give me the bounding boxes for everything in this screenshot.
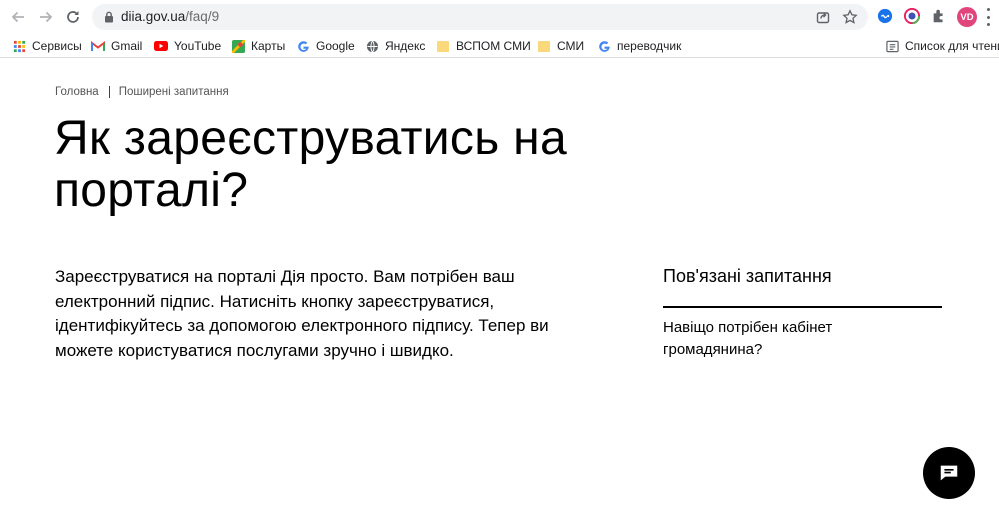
breadcrumb: Головна Поширені запитання <box>55 86 229 98</box>
bookmark-label: YouTube <box>174 39 222 53</box>
page-title: Як зареєструватись на порталі? <box>54 112 567 217</box>
google-icon <box>296 39 310 53</box>
menu-kebab-icon[interactable] <box>985 8 991 26</box>
back-button[interactable] <box>7 6 29 28</box>
bookmark-gmail[interactable]: Gmail <box>91 37 142 55</box>
bookmark-youtube[interactable]: YouTube <box>154 37 221 55</box>
google-icon <box>597 39 611 53</box>
bookmark-services[interactable]: Сервисы <box>12 37 82 55</box>
reading-list-button[interactable]: Список для чтения <box>885 37 999 55</box>
profile-avatar[interactable]: VD <box>957 7 977 27</box>
bookmark-label: СМИ <box>557 39 585 53</box>
bookmark-google[interactable]: Google <box>296 37 355 55</box>
gmail-icon <box>91 39 105 53</box>
bookmark-label: Сервисы <box>32 39 82 53</box>
back-arrow-icon <box>11 11 24 23</box>
url-text: diia.gov.ua/faq/9 <box>121 9 219 24</box>
globe-icon <box>365 39 379 53</box>
forward-arrow-icon <box>40 11 53 23</box>
extensions-puzzle-icon[interactable] <box>930 7 948 25</box>
chat-button[interactable] <box>923 447 975 499</box>
related-question-link[interactable]: Навіщо потрібен кабінет громадянина? <box>663 317 863 361</box>
bookmark-yandex[interactable]: Яндекс <box>365 37 425 55</box>
faq-answer-text: Зареєструватися на порталі Дія просто. В… <box>55 267 549 360</box>
reload-button[interactable] <box>62 6 84 28</box>
share-icon[interactable] <box>815 9 831 25</box>
bookmark-maps[interactable]: Карты <box>231 37 285 55</box>
address-bar[interactable]: diia.gov.ua/faq/9 <box>92 4 868 30</box>
bookmark-translator[interactable]: переводчик <box>597 37 681 55</box>
related-questions: Пов'язані запитання Навіщо потрібен кабі… <box>663 265 943 361</box>
url-host: diia.gov.ua <box>121 9 186 24</box>
reading-list-label: Список для чтения <box>905 39 999 53</box>
bookmark-folder-smi[interactable]: СМИ <box>537 37 584 55</box>
url-path: /faq/9 <box>185 9 220 24</box>
forward-button[interactable] <box>35 6 57 28</box>
bookmark-label: переводчик <box>617 39 682 53</box>
breadcrumb-home-link[interactable]: Головна <box>55 86 99 98</box>
reading-list-icon <box>885 39 899 53</box>
chat-bubble-icon <box>940 465 958 481</box>
bookmarks-bar: Сервисы Gmail YouTube Карты Google Яндек… <box>0 34 999 58</box>
lock-icon <box>105 11 113 23</box>
related-questions-title: Пов'язані запитання <box>663 266 832 286</box>
maps-icon <box>231 39 245 53</box>
bookmark-label: Google <box>316 39 355 53</box>
reload-icon <box>67 11 79 23</box>
bookmark-star-icon[interactable] <box>842 9 858 25</box>
divider <box>663 306 942 308</box>
extension-2-icon[interactable] <box>903 7 921 25</box>
bookmark-label: Карты <box>251 39 286 53</box>
apps-grid-icon <box>12 39 26 53</box>
bookmark-folder-vspom[interactable]: ВСПОМ СМИ <box>436 37 531 55</box>
folder-icon <box>537 39 551 53</box>
folder-icon <box>436 39 450 53</box>
breadcrumb-current[interactable]: Поширені запитання <box>119 86 229 98</box>
browser-toolbar: diia.gov.ua/faq/9 VD <box>0 0 999 34</box>
youtube-icon <box>154 39 168 53</box>
bookmark-label: Яндекс <box>385 39 426 53</box>
bookmark-label: ВСПОМ СМИ <box>456 39 531 53</box>
bookmark-label: Gmail <box>111 39 143 53</box>
extension-1-icon[interactable] <box>876 7 894 25</box>
breadcrumb-separator <box>108 86 110 98</box>
